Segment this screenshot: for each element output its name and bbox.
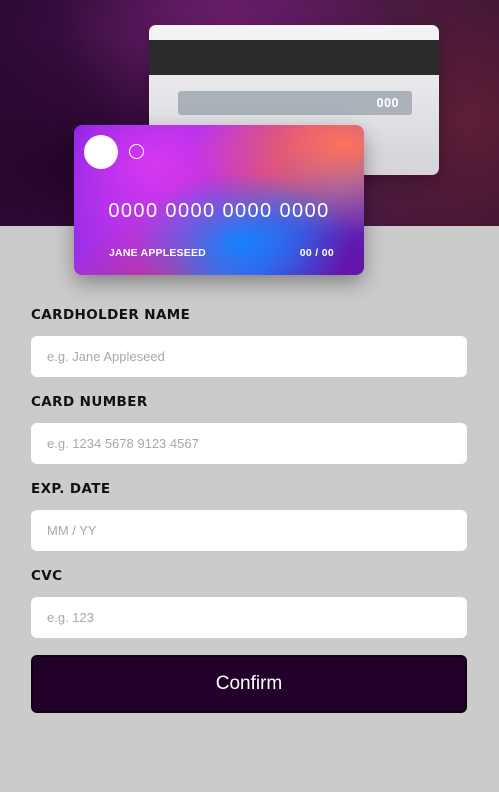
card-cvc: 000: [178, 91, 412, 115]
cardholder-name-field: CARDHOLDER NAME: [31, 307, 467, 377]
cardholder-name-label: CARDHOLDER NAME: [31, 307, 191, 323]
cvc-label: CVC: [31, 568, 63, 584]
exp-date-input[interactable]: [31, 510, 467, 551]
card-expiry-display: 00 / 00: [299, 247, 334, 259]
card-number-input[interactable]: [31, 423, 467, 464]
confirm-button[interactable]: Confirm: [31, 655, 467, 713]
cardholder-name-input[interactable]: [31, 336, 467, 377]
card-number-field: CARD NUMBER: [31, 394, 467, 464]
card-number-label: CARD NUMBER: [31, 394, 148, 410]
exp-date-label: EXP. DATE: [31, 481, 111, 497]
cvc-field: CVC: [31, 568, 467, 638]
cvc-input[interactable]: [31, 597, 467, 638]
card-number-display: 0000 0000 0000 0000: [108, 200, 330, 222]
magnetic-stripe: [149, 40, 439, 75]
card-logo-circle-filled: [84, 135, 118, 169]
cardholder-name-display: JANE APPLESEED: [109, 247, 206, 259]
card-details-form: CARDHOLDER NAME CARD NUMBER EXP. DATE CV…: [31, 307, 467, 713]
exp-date-field: EXP. DATE: [31, 481, 467, 551]
card-front: 0000 0000 0000 0000 JANE APPLESEED 00 / …: [74, 125, 364, 275]
card-logo-circle-outline: [129, 144, 144, 159]
